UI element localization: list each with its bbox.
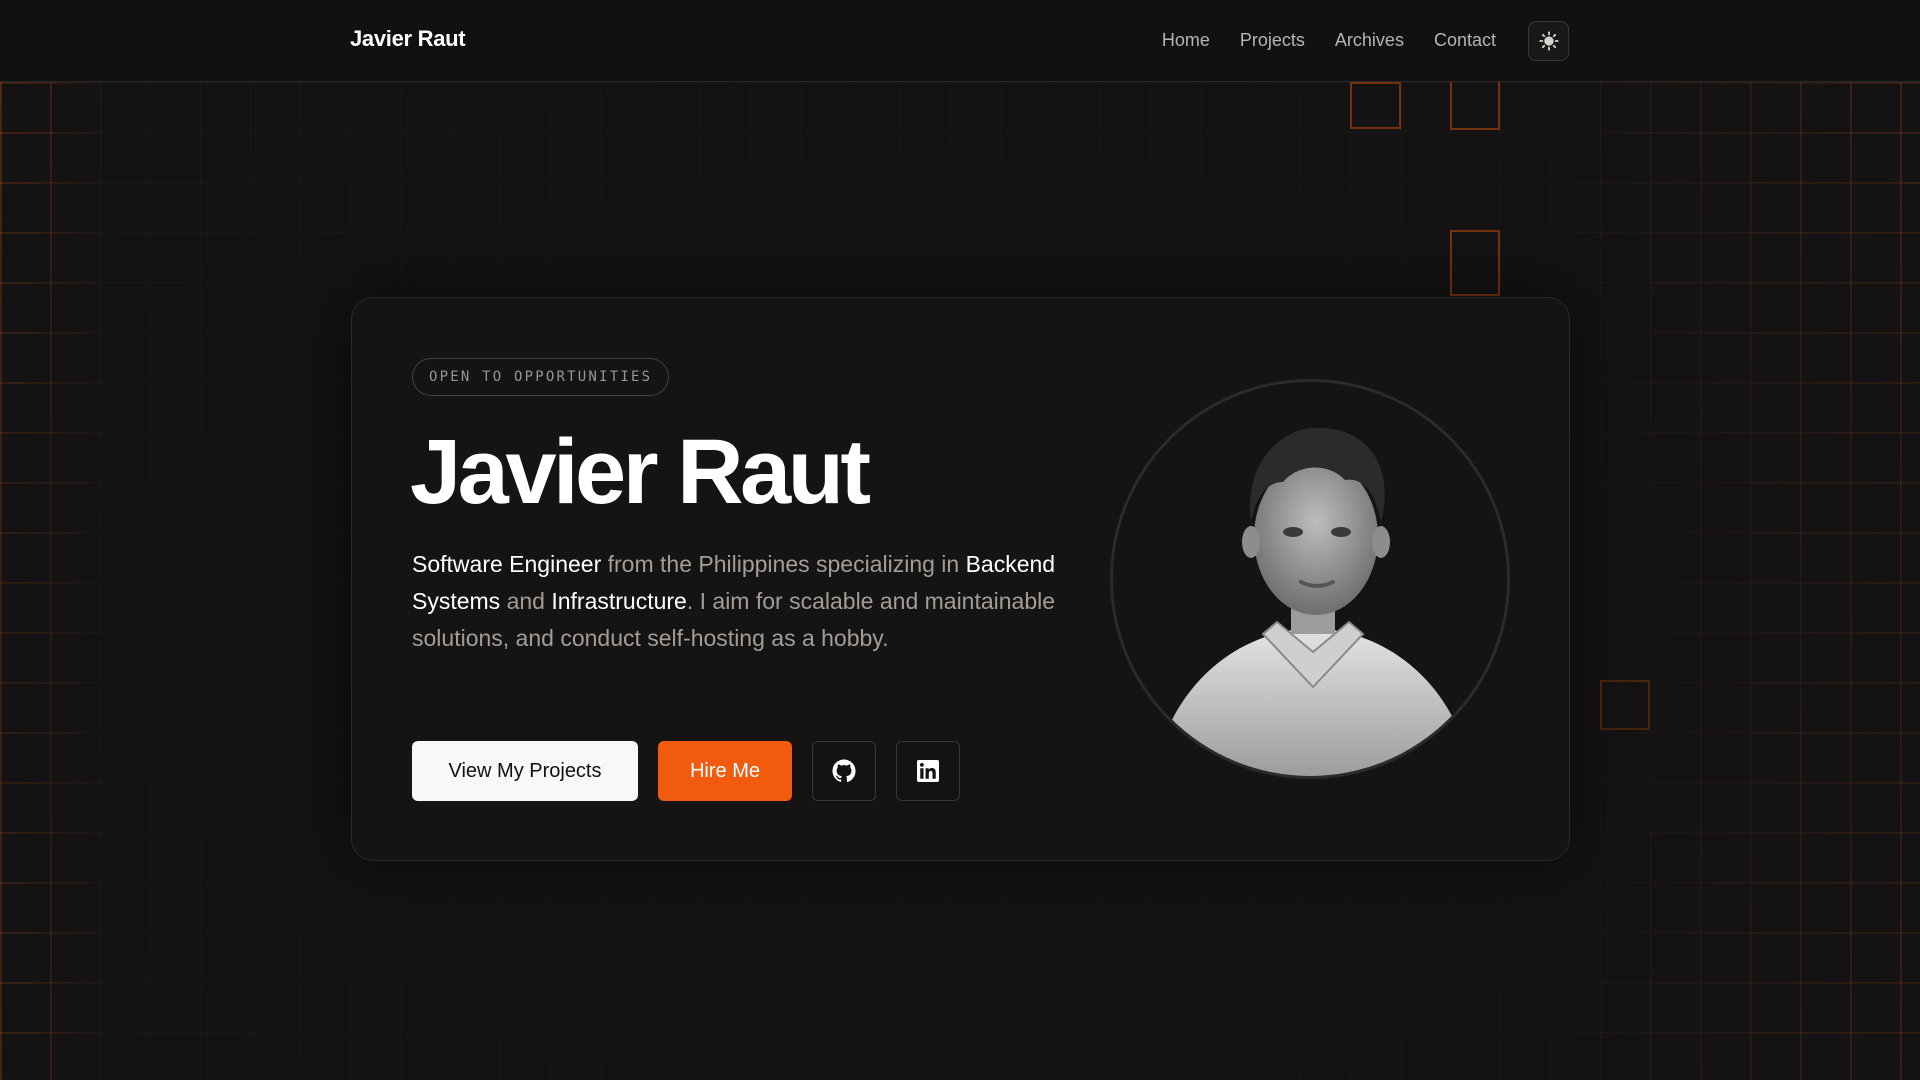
github-icon [832, 759, 856, 783]
nav-archives[interactable]: Archives [1335, 30, 1404, 51]
view-projects-button[interactable]: View My Projects [412, 741, 638, 801]
nav-projects[interactable]: Projects [1240, 30, 1305, 51]
status-badge: OPEN TO OPPORTUNITIES [412, 358, 670, 396]
grid-accent-cell [1450, 82, 1500, 130]
linkedin-button[interactable] [896, 741, 960, 801]
grid-accent-cell [1450, 230, 1500, 296]
linkedin-icon [917, 760, 939, 782]
hero-card: OPEN TO OPPORTUNITIES Javier Raut Softwa… [351, 297, 1570, 861]
hero-title: Javier Raut [410, 421, 871, 523]
profile-photo [1113, 382, 1507, 776]
avatar [1110, 379, 1510, 779]
hire-me-button[interactable]: Hire Me [658, 741, 792, 801]
nav-contact[interactable]: Contact [1434, 30, 1496, 51]
site-header: Javier Raut Home Projects Archives Conta… [0, 0, 1920, 82]
github-button[interactable] [812, 741, 876, 801]
brand-logo[interactable]: Javier Raut [350, 26, 466, 52]
hero-bio: Software Engineer from the Philippines s… [412, 546, 1062, 657]
bio-text: from the Philippines specializing in [601, 551, 966, 577]
grid-accent-cell [1350, 82, 1401, 129]
bio-text: and [500, 588, 552, 614]
page: Javier Raut Home Projects Archives Conta… [0, 0, 1920, 1080]
theme-toggle-button[interactable] [1528, 21, 1569, 61]
nav-home[interactable]: Home [1162, 30, 1210, 51]
bio-role: Software Engineer [412, 551, 602, 577]
grid-accent-cell [1600, 680, 1650, 730]
hero-actions: View My Projects Hire Me [412, 741, 960, 801]
bio-skill-infrastructure: Infrastructure [551, 588, 687, 614]
main-nav: Home Projects Archives Contact [1162, 30, 1496, 51]
sun-icon [1538, 31, 1559, 51]
